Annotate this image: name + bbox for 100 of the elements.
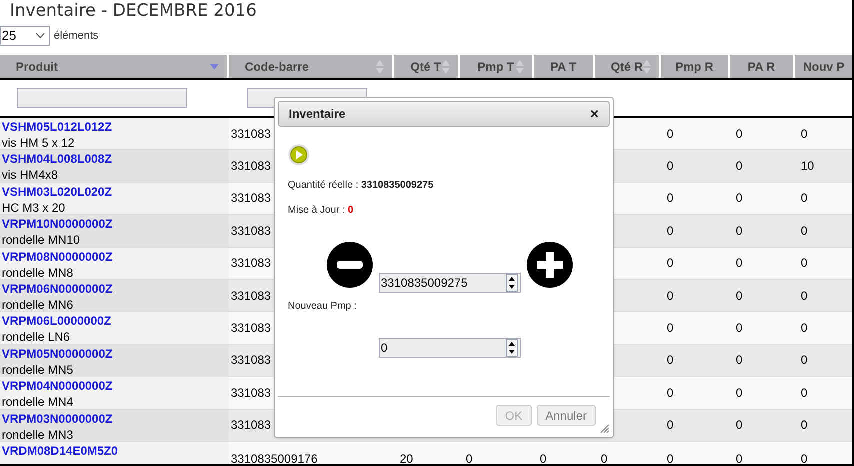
table-cell-text: 3310835009176 xyxy=(231,450,318,464)
spinner-arrows-icon[interactable] xyxy=(506,274,518,292)
table-cell-text: 0 xyxy=(736,352,743,370)
table-cell-text: 20 xyxy=(400,450,414,464)
table-cell-text: 0 xyxy=(801,126,808,143)
table-cell-text: 0 xyxy=(801,384,808,402)
product-name: rondelle MN6 xyxy=(2,296,74,313)
quantity-field[interactable]: 3310835009275 xyxy=(379,273,521,293)
product-name: vis HM 5 x 12 xyxy=(2,135,76,151)
table-cell-text: 0 xyxy=(736,190,743,208)
dialog-button[interactable]: Annuler xyxy=(536,405,596,426)
pmp-field[interactable]: 0 xyxy=(379,338,521,358)
new-pmp-label: Nouveau Pmp : xyxy=(288,300,358,314)
sort-icon xyxy=(376,60,384,74)
column-header[interactable]: Pmp T xyxy=(460,55,534,78)
product-code-link[interactable]: VRPM10N0000000Z xyxy=(2,216,229,232)
close-button[interactable]: × xyxy=(590,106,599,122)
column-header[interactable]: Qté R xyxy=(595,55,661,78)
table-cell-text: 331083 xyxy=(231,255,272,272)
product-code-link[interactable]: VRPM06L0000000Z xyxy=(2,313,229,330)
table-cell-text: 0 xyxy=(736,288,743,305)
table-cell-text: 0 xyxy=(801,288,808,305)
table-cell-text: 0 xyxy=(736,255,743,272)
product-name: rondelle MN5 xyxy=(2,362,74,378)
product-code-link[interactable]: VRPM05N0000000Z xyxy=(2,346,229,362)
table-cell-text: 0 xyxy=(801,320,808,338)
table-cell-text: 0 xyxy=(801,222,808,240)
product-filter-field[interactable] xyxy=(17,88,187,108)
table-cell-text: 0 xyxy=(736,158,743,176)
table-cell-text: 0 xyxy=(801,417,808,434)
table-cell-text: 331083 xyxy=(231,158,272,176)
table-cell-text: 0 xyxy=(667,255,674,272)
table-cell-text: 0 xyxy=(736,222,743,240)
product-name: rondelle MN8 xyxy=(2,264,74,281)
table-cell-text: 0 xyxy=(667,222,674,240)
table-cell-text: 0 xyxy=(667,450,674,464)
product-name: rondelle MN4 xyxy=(2,394,74,410)
column-header[interactable]: Produit xyxy=(0,55,229,78)
table-cell-text: 0 xyxy=(667,384,674,402)
sort-descending-icon xyxy=(210,64,219,70)
table-cell-text: 0 xyxy=(540,450,547,464)
table-cell-text: 0 xyxy=(667,158,674,176)
product-name: rondelle LN6 xyxy=(2,329,72,346)
table-cell-text: 0 xyxy=(736,384,743,402)
minus-circle-icon[interactable] xyxy=(327,242,373,288)
table-cell-text: 0 xyxy=(801,450,808,464)
real-quantity-text: Quantité réelle : 3310835009275 xyxy=(288,179,435,193)
column-header[interactable]: Nouv P xyxy=(795,55,852,78)
table-cell-text: 0 xyxy=(466,450,473,464)
chevron-down-icon xyxy=(36,33,45,39)
table-cell-text: 0 xyxy=(667,352,674,370)
update-text: Mise à Jour : 0 xyxy=(288,204,355,218)
table-cell-text: 10 xyxy=(801,158,814,176)
sort-icon xyxy=(516,60,524,74)
table-cell-text: 331083 xyxy=(231,384,272,402)
product-code-link[interactable]: VSHM04L008L008Z xyxy=(2,151,229,168)
product-name: rondelle MN3 xyxy=(2,426,74,443)
play-icon[interactable] xyxy=(288,144,310,166)
product-code-link[interactable]: VSHM03L020L020Z xyxy=(2,184,229,200)
column-header[interactable]: PA R xyxy=(730,55,795,78)
table-cell-text: 0 xyxy=(801,255,808,272)
table-cell-text: 0 xyxy=(736,450,743,464)
table-cell-text: 0 xyxy=(667,288,674,305)
table-cell-text: 0 xyxy=(667,126,674,143)
sort-icon xyxy=(442,60,450,74)
spinner-arrows-icon[interactable] xyxy=(506,339,518,357)
sort-icon xyxy=(643,60,651,74)
page-length-label: éléments xyxy=(54,28,99,44)
table-cell-text: 0 xyxy=(801,190,808,208)
table-cell-text: 331083 xyxy=(231,320,272,338)
table-cell-text: 0 xyxy=(667,417,674,434)
table-cell-text: 0 xyxy=(736,417,743,434)
product-code-link[interactable]: VRPM06N0000000Z xyxy=(2,280,229,297)
product-name: vis HM4x8 xyxy=(2,167,60,184)
table-cell-text: 0 xyxy=(667,320,674,338)
table-cell-text: 331083 xyxy=(231,190,272,208)
table-cell-text: 0 xyxy=(601,450,608,464)
table-cell-text: 331083 xyxy=(231,288,272,305)
dialog-title: Inventaire xyxy=(289,106,346,123)
table-cell-text: 331083 xyxy=(231,417,272,434)
table-cell-text: 331083 xyxy=(231,222,272,240)
page-length-select[interactable]: 25 xyxy=(0,26,50,46)
column-header[interactable]: Qté T xyxy=(394,55,460,78)
table-cell-text: 0 xyxy=(736,126,743,143)
resize-grip-icon[interactable] xyxy=(600,424,610,434)
product-code-link[interactable]: VRPM04N0000000Z xyxy=(2,378,229,394)
column-header[interactable]: Pmp R xyxy=(661,55,730,78)
column-header[interactable]: Code-barre xyxy=(229,55,394,78)
product-name: HC M3 x 20 xyxy=(2,200,66,216)
table-cell-text: 331083 xyxy=(231,126,272,143)
table-cell-text: 0 xyxy=(667,190,674,208)
table-cell-text: 0 xyxy=(736,320,743,338)
page-title: Inventaire - DECEMBRE 2016 xyxy=(9,0,258,23)
product-code-link[interactable]: VSHM05L012L012Z xyxy=(2,119,229,135)
table-cell-text: 0 xyxy=(801,352,808,370)
product-code-link[interactable]: VRPM08N0000000Z xyxy=(2,248,229,265)
product-code-link[interactable]: VRPM03N0000000Z xyxy=(2,410,229,427)
table-cell-text: 331083 xyxy=(231,352,272,370)
plus-circle-icon[interactable] xyxy=(527,242,573,288)
column-header[interactable]: PA T xyxy=(534,55,595,78)
